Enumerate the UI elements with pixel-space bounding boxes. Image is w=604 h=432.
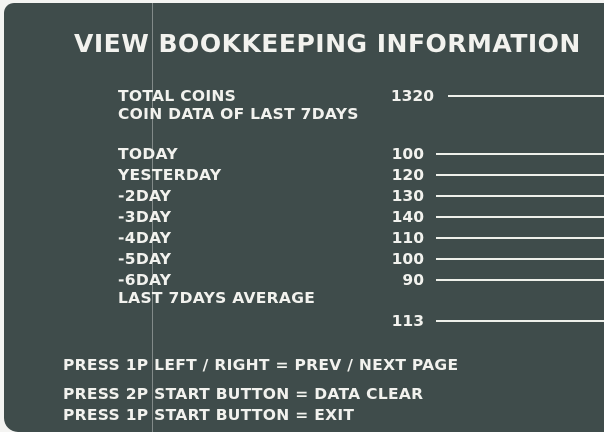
crt-screen: VIEW BOOKKEEPING INFORMATION TOTAL COINS… <box>4 3 604 432</box>
day-value-2: 130 <box>391 187 424 205</box>
day-value-today: 100 <box>391 145 424 163</box>
day-value-4: 110 <box>391 229 424 247</box>
total-coins-label: TOTAL COINS <box>118 87 237 105</box>
average-value: 113 <box>391 312 424 330</box>
day-line-2 <box>436 195 604 197</box>
coin-data-heading: COIN DATA OF LAST 7DAYS <box>118 105 359 123</box>
day-line-today <box>436 153 604 155</box>
instruction-page-nav: PRESS 1P LEFT / RIGHT = PREV / NEXT PAGE <box>63 356 459 374</box>
day-line-4 <box>436 237 604 239</box>
page-title: VIEW BOOKKEEPING INFORMATION <box>74 29 581 58</box>
day-label-2: -2DAY <box>118 187 172 205</box>
day-value-6: 90 <box>402 271 424 289</box>
instruction-data-clear: PRESS 2P START BUTTON = DATA CLEAR <box>63 385 424 403</box>
average-label: LAST 7DAYS AVERAGE <box>118 289 316 307</box>
day-line-5 <box>436 258 604 260</box>
day-value-3: 140 <box>391 208 424 226</box>
day-value-yesterday: 120 <box>391 166 424 184</box>
total-coins-value: 1320 <box>390 87 434 105</box>
average-line <box>436 320 604 322</box>
day-label-yesterday: YESTERDAY <box>118 166 222 184</box>
instruction-exit: PRESS 1P START BUTTON = EXIT <box>63 406 355 424</box>
day-label-3: -3DAY <box>118 208 172 226</box>
day-value-5: 100 <box>391 250 424 268</box>
day-label-today: TODAY <box>118 145 178 163</box>
day-label-5: -5DAY <box>118 250 172 268</box>
day-line-yesterday <box>436 174 604 176</box>
day-line-3 <box>436 216 604 218</box>
total-coins-line <box>448 95 604 97</box>
day-label-4: -4DAY <box>118 229 172 247</box>
day-line-6 <box>436 279 604 281</box>
day-label-6: -6DAY <box>118 271 172 289</box>
